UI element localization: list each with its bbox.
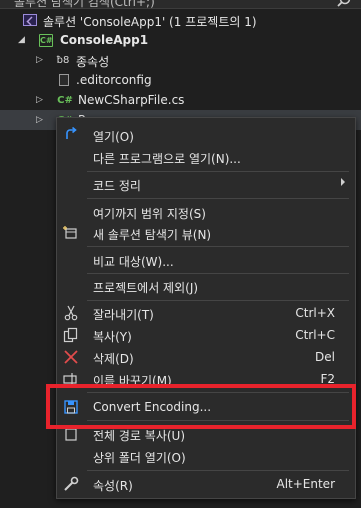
- menu-item-open-containing-folder[interactable]: 상위 폴더 열기(O): [57, 445, 355, 467]
- collapsed-arrow-icon[interactable]: ▷: [36, 114, 46, 126]
- menu-item-label: 다른 프로그램으로 열기(N)...: [93, 152, 241, 166]
- solution-icon: [22, 13, 38, 27]
- tree-item-label: .editorconfig: [76, 73, 152, 87]
- project-node[interactable]: ◢ C# ConsoleApp1: [0, 30, 361, 50]
- open-arrow-icon: [63, 127, 79, 143]
- search-bar[interactable]: 솔루션 탐색기 검색(Ctrl+;): [0, 0, 361, 9]
- wrench-icon: [63, 476, 79, 492]
- shortcut-label: Ctrl+C: [295, 328, 335, 342]
- tree-item-label: NewCSharpFile.cs: [78, 93, 185, 107]
- shortcut-label: Alt+Enter: [276, 477, 335, 491]
- menu-item-label: 열기(O): [93, 130, 134, 144]
- menu-item-label: 새 솔루션 탐색기 뷰(N): [93, 228, 212, 242]
- menu-item-label: 속성(R): [93, 479, 133, 493]
- solution-label: 솔루션 'ConsoleApp1' (1 프로젝트의 1): [43, 15, 257, 29]
- menu-item-copy[interactable]: 복사(Y) Ctrl+C: [57, 324, 355, 346]
- menu-item-open-with[interactable]: 다른 프로그램으로 열기(N)...: [57, 146, 355, 168]
- submenu-arrow-icon: [341, 178, 345, 186]
- menu-item-label: 여기까지 범위 지정(S): [93, 207, 206, 221]
- menu-item-exclude-from-project[interactable]: 프로젝트에서 제외(J): [57, 275, 355, 297]
- menu-item-label: 상위 폴더 열기(O): [93, 451, 186, 465]
- dependencies-icon: ƀ8: [56, 54, 70, 66]
- menu-item-new-explorer-view[interactable]: 새 솔루션 탐색기 뷰(N): [57, 222, 355, 244]
- csharp-file-icon: C#: [57, 94, 73, 106]
- menu-item-properties[interactable]: 속성(R) Alt+Enter: [57, 473, 355, 495]
- tree-item-label: 종속성: [76, 55, 110, 69]
- menu-item-open[interactable]: 열기(O): [57, 124, 355, 146]
- csharp-project-icon: C#: [39, 33, 53, 47]
- config-file-icon: [58, 73, 70, 87]
- collapsed-arrow-icon[interactable]: ▷: [36, 54, 46, 66]
- shortcut-label: Ctrl+X: [295, 306, 335, 320]
- project-label: ConsoleApp1: [60, 33, 149, 47]
- menu-separator: [87, 470, 349, 471]
- menu-separator: [87, 198, 349, 199]
- menu-item-cut[interactable]: 잘라내기(T) Ctrl+X: [57, 302, 355, 324]
- menu-item-code-cleanup[interactable]: 코드 정리: [57, 173, 355, 195]
- collapsed-arrow-icon[interactable]: ▷: [36, 94, 46, 106]
- menu-item-label: 삭제(D): [93, 352, 134, 366]
- menu-item-label: 잘라내기(T): [93, 308, 154, 322]
- menu-separator: [87, 246, 349, 247]
- copy-icon: [63, 327, 79, 343]
- menu-separator: [87, 300, 349, 301]
- menu-separator: [87, 171, 349, 172]
- search-input[interactable]: 솔루션 탐색기 검색(Ctrl+;): [14, 0, 155, 8]
- new-view-icon: [63, 225, 79, 241]
- scissors-icon: [63, 305, 79, 321]
- tree-item-newcsharpfile[interactable]: ▷ C# NewCSharpFile.cs: [0, 90, 361, 110]
- menu-item-delete[interactable]: 삭제(D) Del: [57, 346, 355, 368]
- menu-separator: [87, 273, 349, 274]
- expanded-arrow-icon[interactable]: ◢: [18, 34, 28, 46]
- menu-item-label: 비교 대상(W)...: [93, 255, 174, 269]
- tree-item-editorconfig[interactable]: .editorconfig: [0, 70, 361, 90]
- menu-item-compare-with[interactable]: 비교 대상(W)...: [57, 249, 355, 271]
- menu-item-label: 코드 정리: [93, 179, 141, 193]
- menu-item-label: 프로젝트에서 제외(J): [93, 281, 199, 295]
- solution-node[interactable]: 솔루션 'ConsoleApp1' (1 프로젝트의 1): [0, 10, 361, 30]
- annotation-highlight-box: [46, 384, 356, 429]
- menu-item-label: 복사(Y): [93, 330, 132, 344]
- menu-item-scope-to-this[interactable]: 여기까지 범위 지정(S): [57, 201, 355, 223]
- menu-item-label: 전체 경로 복사(U): [93, 429, 186, 443]
- shortcut-label: Del: [315, 350, 335, 364]
- delete-x-icon: [63, 349, 79, 365]
- search-icon[interactable]: [337, 0, 351, 7]
- tree-item-dependencies[interactable]: ▷ ƀ8 종속성: [0, 50, 361, 70]
- context-menu: 열기(O) 다른 프로그램으로 열기(N)... 코드 정리 여기까지 범위 지…: [56, 117, 356, 499]
